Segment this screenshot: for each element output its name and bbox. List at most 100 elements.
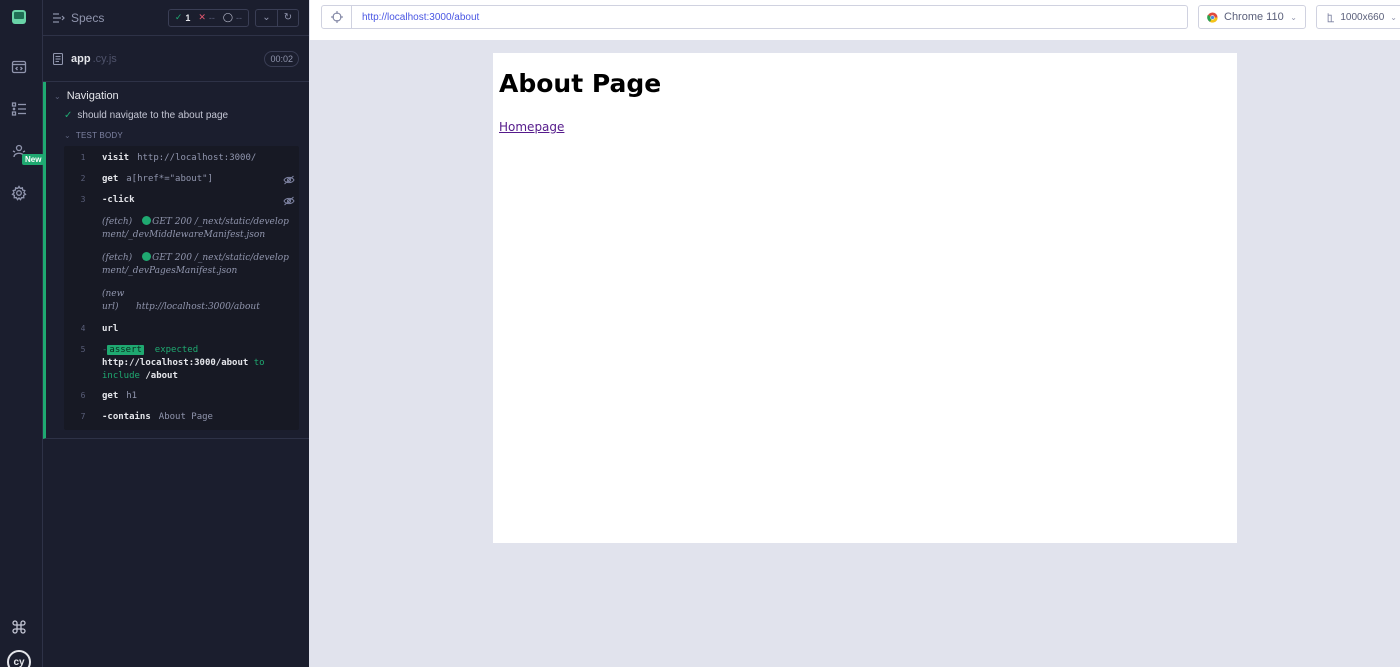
- viewport-size: 1000x660: [1340, 11, 1385, 23]
- crosshair-icon: [330, 11, 343, 23]
- eye-slash-icon[interactable]: [283, 196, 295, 206]
- command-row[interactable]: 4 url: [64, 319, 299, 340]
- assert-message: - assert expected http://localhost:3000/a…: [102, 343, 265, 383]
- reporter-panel: Specs ✓ 1 ✕ -- ◯ -- ⌄ ↻ app .cy.js 00:02 ⌄ …: [43, 0, 309, 667]
- spec-file-name: app: [71, 52, 91, 65]
- log-type: (fetch): [102, 217, 133, 227]
- command-name: get: [102, 391, 119, 401]
- chevron-down-icon: ⌄: [1290, 12, 1297, 22]
- command-row[interactable]: 6 get h1: [64, 386, 299, 407]
- keyboard-shortcuts-icon[interactable]: [10, 618, 28, 636]
- log-url: http://localhost:3000/about: [136, 302, 260, 312]
- chevron-down-icon: ⌄: [1390, 12, 1397, 22]
- specs-list-icon[interactable]: [10, 100, 28, 118]
- browser-name: Chrome 110: [1224, 11, 1284, 23]
- spec-file-ext: .cy.js: [92, 52, 117, 65]
- pending-stat: ◯ --: [222, 12, 242, 23]
- selector-playground-button[interactable]: [322, 6, 352, 28]
- command-name: -contains: [102, 412, 151, 422]
- command-name: -click: [102, 195, 135, 205]
- test-title-row[interactable]: ✓ should navigate to the about page: [46, 104, 309, 126]
- log-type: (fetch): [102, 253, 133, 263]
- homepage-link[interactable]: Homepage: [499, 120, 564, 134]
- viewport-icon: [1327, 12, 1334, 22]
- assert-expected: expected: [154, 345, 199, 355]
- url-bar[interactable]: http://localhost:3000/about: [321, 5, 1188, 29]
- specs-menu-icon: [53, 12, 65, 23]
- file-icon: [53, 52, 63, 65]
- fetch-log-entry[interactable]: (fetch) GET 200 /_next/static/development…: [64, 247, 299, 283]
- command-message: a[href*="about"]: [126, 174, 213, 184]
- test-body-row[interactable]: ⌄ TEST BODY: [46, 126, 309, 144]
- status-dot: [142, 252, 152, 261]
- command-number: 4: [80, 324, 86, 333]
- command-row[interactable]: 3 -click: [64, 190, 299, 211]
- settings-icon[interactable]: [10, 184, 28, 202]
- assert-actual: http://localhost:3000/about: [102, 358, 249, 368]
- assert-include: include: [102, 371, 140, 381]
- url-text: http://localhost:3000/about: [362, 11, 480, 23]
- spec-file-row: app .cy.js 00:02: [43, 36, 309, 82]
- chevron-down-icon: ⌄: [54, 91, 61, 101]
- specs-button[interactable]: Specs: [53, 11, 104, 25]
- run-controls: ⌄ ↻: [255, 8, 299, 27]
- command-message: About Page: [158, 412, 213, 422]
- command-number: 5: [80, 345, 86, 354]
- status-dot: [142, 216, 152, 225]
- suite-title: Navigation: [66, 90, 119, 102]
- test-body-label: TEST BODY: [75, 130, 123, 140]
- command-number: 2: [80, 174, 86, 183]
- chevron-down-icon: ⌄: [64, 130, 71, 140]
- command-row[interactable]: 1 visit http://localhost:3000/: [64, 148, 299, 169]
- assert-row[interactable]: 5 - assert expected http://localhost:3000…: [64, 340, 299, 386]
- test-stats: ✓ 1 ✕ -- ◯ --: [167, 8, 249, 27]
- command-name: visit: [102, 153, 130, 163]
- command-number: 1: [80, 153, 86, 162]
- failed-stat: ✕ --: [198, 12, 215, 23]
- assert-value: /about: [145, 371, 178, 381]
- eye-slash-icon[interactable]: [283, 175, 295, 185]
- command-log: 1 visit http://localhost:3000/ 2 get a[h…: [64, 146, 299, 430]
- check-icon: ✓: [64, 109, 73, 121]
- aut-header: http://localhost:3000/about Chrome 110 ⌄…: [310, 0, 1400, 40]
- runs-icon[interactable]: [10, 58, 28, 76]
- log-status: GET 200: [152, 253, 192, 263]
- new-url-log-entry[interactable]: (new url) http://localhost:3000/about: [64, 283, 299, 319]
- reporter-header: Specs ✓ 1 ✕ -- ◯ -- ⌄ ↻: [43, 0, 309, 36]
- command-name: get: [102, 174, 119, 184]
- specs-label: Specs: [71, 10, 105, 25]
- log-type: (new url): [102, 289, 125, 312]
- fetch-log-entry[interactable]: (fetch) GET 200 /_next/static/development…: [64, 211, 299, 247]
- test-title: should navigate to the about page: [77, 109, 229, 121]
- pending-icon: ◯: [222, 12, 233, 22]
- app-under-test-frame: About Page Homepage: [493, 53, 1237, 543]
- stats-area: ✓ 1 ✕ -- ◯ -- ⌄ ↻: [167, 8, 299, 27]
- command-row[interactable]: 2 get a[href*="about"]: [64, 169, 299, 190]
- command-row[interactable]: 7 -contains About Page: [64, 407, 299, 428]
- suite-block: ⌄ Navigation ✓ should navigate to the ab…: [43, 82, 309, 439]
- chevron-down-icon[interactable]: ⌄: [256, 10, 277, 26]
- assert-to: to: [253, 358, 265, 368]
- new-badge: New: [22, 154, 45, 165]
- command-number: 3: [80, 195, 86, 204]
- command-name: url: [102, 324, 119, 334]
- reload-icon[interactable]: ↻: [277, 9, 298, 26]
- command-message: h1: [126, 391, 138, 401]
- viewport-info[interactable]: 1000x660 ⌄: [1316, 5, 1400, 29]
- browser-selector[interactable]: Chrome 110 ⌄: [1198, 5, 1306, 29]
- cypress-logo: cy: [7, 650, 31, 667]
- passed-stat: ✓ 1: [174, 12, 191, 23]
- cypress-app-icon[interactable]: [10, 8, 28, 26]
- command-number: 7: [80, 412, 86, 421]
- check-icon: ✓: [174, 12, 183, 22]
- duration-badge: 00:02: [264, 50, 299, 67]
- command-number: 6: [80, 391, 86, 400]
- log-status: GET 200: [152, 217, 192, 227]
- assert-tag: assert: [107, 345, 144, 355]
- x-icon: ✕: [198, 12, 206, 22]
- chrome-icon: [1207, 11, 1218, 23]
- suite-title-row[interactable]: ⌄ Navigation: [46, 82, 309, 104]
- command-message: http://localhost:3000/: [137, 153, 257, 163]
- side-nav: New cy: [0, 0, 45, 667]
- page-heading: About Page: [499, 69, 662, 98]
